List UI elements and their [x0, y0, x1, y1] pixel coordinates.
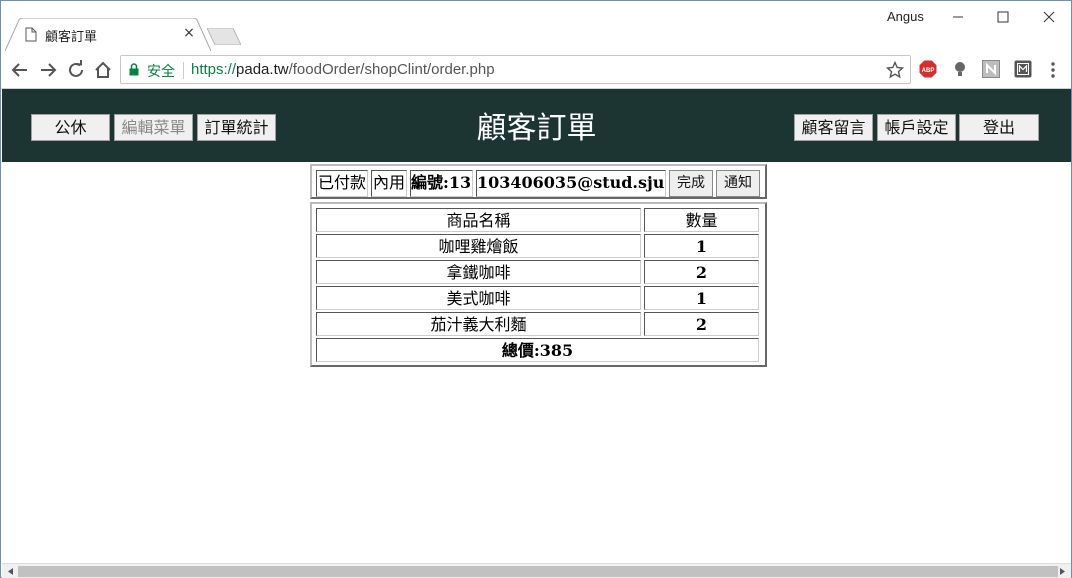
site-header: 公休 編輯菜單 訂單統計 顧客訂單 顧客留言 帳戶設定 登出 [2, 89, 1071, 162]
lock-icon [129, 63, 139, 76]
browser-window: 顧客訂單 × Angus 安全 https://pada.tw/foodOrde… [0, 0, 1072, 578]
profile-name[interactable]: Angus [887, 9, 924, 24]
notify-button[interactable]: 通知 [716, 170, 760, 197]
tab-close-icon[interactable]: × [181, 25, 197, 41]
column-header-qty: 數量 [644, 208, 759, 232]
address-bar[interactable]: 安全 https://pada.tw/foodOrder/shopClint/o… [120, 55, 911, 84]
column-header-name: 商品名稱 [316, 208, 641, 232]
omnibox-divider [183, 62, 184, 79]
tab-strip: 顧客訂單 × Angus [1, 1, 1071, 51]
window-close-icon[interactable] [1034, 5, 1064, 29]
lightbulb-icon[interactable] [951, 60, 969, 78]
item-qty: 1 [644, 286, 759, 310]
customer-email: 103406035@stud.sju.edu.tw [476, 170, 666, 197]
order-total: 總價:385 [316, 338, 759, 362]
order-number: 編號:135 [410, 170, 473, 197]
order-info-table: 已付款 內用 編號:135 103406035@stud.sju.edu.tw … [310, 164, 767, 199]
m-extension-icon[interactable] [1014, 60, 1032, 78]
scrollbar-thumb[interactable] [18, 566, 1058, 577]
back-arrow-icon[interactable] [9, 59, 31, 81]
dining-type: 內用 [371, 170, 407, 197]
customer-messages-button[interactable]: 顧客留言 [794, 114, 873, 141]
url-scheme: https:// [191, 61, 237, 78]
item-name: 拿鐵咖啡 [316, 260, 641, 284]
n-extension-icon[interactable] [982, 60, 1000, 78]
scroll-left-arrow-icon[interactable] [4, 566, 18, 577]
account-settings-button[interactable]: 帳戶設定 [877, 114, 956, 141]
new-tab-button[interactable] [207, 28, 241, 45]
scroll-right-arrow-icon[interactable] [1055, 566, 1069, 577]
complete-button[interactable]: 完成 [669, 170, 713, 197]
payment-status: 已付款 [316, 170, 368, 197]
url-path: /foodOrder/shopClint/order.php [288, 61, 495, 78]
svg-text:ABP: ABP [922, 68, 935, 74]
page-content: 公休 編輯菜單 訂單統計 顧客訂單 顧客留言 帳戶設定 登出 已付款 內用 編號… [2, 89, 1071, 563]
item-qty: 2 [644, 260, 759, 284]
tab-title: 顧客訂單 [45, 30, 98, 45]
item-qty: 2 [644, 312, 759, 336]
item-name: 咖哩雞燴飯 [316, 234, 641, 258]
forward-arrow-icon[interactable] [37, 59, 59, 81]
item-name: 美式咖啡 [316, 286, 641, 310]
security-label: 安全 [147, 64, 175, 80]
horizontal-scrollbar[interactable] [2, 563, 1071, 578]
home-icon[interactable] [92, 59, 114, 81]
document-icon [25, 27, 37, 42]
abp-icon[interactable]: ABP [919, 60, 937, 78]
reload-icon[interactable] [65, 59, 87, 81]
browser-toolbar: 安全 https://pada.tw/foodOrder/shopClint/o… [1, 51, 1071, 89]
maximize-icon[interactable] [988, 5, 1018, 29]
item-qty: 1 [644, 234, 759, 258]
logout-button[interactable]: 登出 [959, 114, 1039, 141]
minimize-icon[interactable] [943, 5, 973, 29]
item-name: 茄汁義大利麵 [316, 312, 641, 336]
order-items-table: 商品名稱 數量 咖哩雞燴飯 1 拿鐵咖啡 2 美式咖啡 1 茄汁義大利麵 2 總… [310, 202, 767, 367]
bookmark-star-icon[interactable] [886, 61, 904, 79]
url-host: pada.tw [236, 61, 289, 78]
menu-kebab-icon[interactable] [1047, 60, 1059, 80]
url-text[interactable]: https://pada.tw/foodOrder/shopClint/orde… [191, 61, 495, 78]
